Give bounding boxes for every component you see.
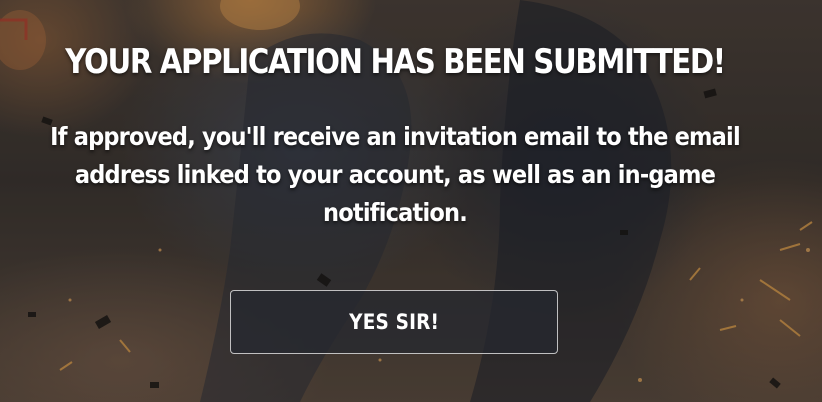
confirm-button[interactable]: YES SIR! [230,290,558,354]
dialog-message-line: address linked to your account, as well … [74,160,716,189]
dialog-message: If approved, you'll receive an invitatio… [10,118,780,232]
confirm-button-label: YES SIR! [348,310,440,334]
dialog-message-line: If approved, you'll receive an invitatio… [50,122,741,151]
application-submitted-modal: YOUR APPLICATION HAS BEEN SUBMITTED! If … [0,0,822,402]
dialog-title: YOUR APPLICATION HAS BEEN SUBMITTED! [65,42,726,82]
dialog-message-line: notification. [323,198,468,227]
